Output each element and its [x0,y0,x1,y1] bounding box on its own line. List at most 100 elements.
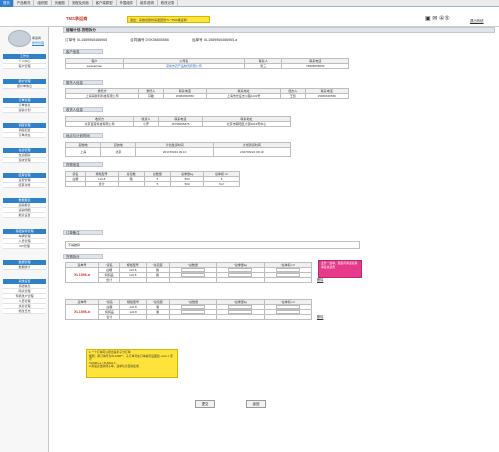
order-number: 订单号 XL1589965486965 [65,38,108,42]
sidebar-item[interactable]: KPI管理 [3,244,46,249]
sidebar-group: 数据报表 运输报表 运输明细 报表设置 [3,198,46,218]
route-table: 起始地 目的地 计划发货时间 计划到货时间 上海 北京 2017/09/24 09:10 20… [64,142,292,157]
table-cell: 500 [170,181,205,187]
nav-tab[interactable]: 产品概况 [14,0,35,7]
nav-tab[interactable]: 首页 [0,0,14,7]
table-cell: 张三 [244,63,283,69]
sidebar-group: 结算管理 运费管理 结算对账 [3,173,46,188]
id-line: 订单号 XL1589965486965 合同编号 DSK56655566 运单号… [65,38,259,43]
table-cell: 15966666656 [162,93,208,99]
table-cell: 小罗 [133,121,159,127]
sidebar-item[interactable]: 报表设置 [3,213,46,218]
table-cell [263,277,313,284]
value-input[interactable] [181,310,206,314]
required-mark: * [187,300,190,304]
table-cell [168,277,218,284]
value-input[interactable] [180,268,205,272]
goods-section-title: 货物信息 [63,162,103,167]
table-cell: 15966636566 [304,93,350,99]
sidebar-item[interactable]: 订单状态 [3,133,46,138]
table-cell: 王凯 [280,93,306,99]
transport-number: 运单号 XL1589965486965-a [191,38,238,42]
remark-input[interactable]: 不得破碎 [65,241,360,249]
header: TMS承运商 退出：系统切换时请退回到"5 / TMS承运商" ▣ ✉ ④⑤ 退… [0,7,499,27]
split-order-number: XL1596-b [74,310,91,315]
sidebar-group: 在途管理 在途跟踪 签收管理 [3,148,46,163]
receiver-section-title: 收货人信息 [63,107,103,112]
table-row: 合计 5 500 6m³ [65,181,240,187]
table-cell: 合计 [98,277,121,284]
required-mark: * [233,300,235,304]
account-link[interactable]: 账号管理 [32,41,44,45]
sidebar-item[interactable]: 数据统计 [3,265,46,270]
table-cell: 深圳市农产品物流有限公司 [122,63,246,69]
value-input[interactable] [228,268,253,272]
nav-tab[interactable]: 外围组件 [117,0,138,7]
table-cell: 5 [143,181,172,187]
nav-tab[interactable]: 组件说明 [137,0,158,7]
sidebar-item[interactable]: 报价单信息 [3,84,46,89]
split-order-number: XL1596-a [74,273,90,278]
sidebar-group: 工作台 个人中心 客户管理 [3,54,46,69]
back-button[interactable]: 返回 [246,400,266,408]
value-input[interactable] [180,273,205,277]
required-mark: * [187,263,189,267]
nav-tab[interactable]: 客户端原型 [93,0,117,7]
value-input[interactable] [228,305,253,309]
required-mark: * [280,263,282,267]
sidebar-item[interactable]: 客户管理 [3,64,46,69]
split-section-title: 货物拆分 [63,254,103,259]
table-cell: 上海海象利科技有限公司 [64,93,140,99]
header-icons[interactable]: ▣ ✉ ④⑤ [425,16,450,23]
value-input[interactable] [181,305,206,309]
nav-tab[interactable]: 流程及页面 [69,0,93,7]
required-mark: * [152,263,154,267]
table-cell: 上海 [64,147,102,157]
value-input[interactable] [275,273,300,277]
table-total-row: 合计 [66,277,313,284]
required-mark: * [233,263,235,267]
table-cell [119,277,147,284]
sidebar-group: 系统设置 基础信息 网点管理 司机账户管理 人员管理 消息管理 修改日志 [3,279,46,314]
nav-tab[interactable]: 修改记录 [158,0,179,7]
sidebar-item[interactable]: 签收管理 [3,158,46,163]
customer-section-title: 客户信息 [63,49,103,54]
value-input[interactable] [228,310,253,314]
consignor-section-title: 委托人信息 [63,80,103,85]
value-input[interactable] [275,310,300,314]
table-cell: 2017/09/24 09:10 [135,147,214,157]
table-cell: 6m³ [203,181,240,187]
nav-tab[interactable]: 组织图 [34,0,52,7]
logout-link[interactable]: 退出系统 [470,18,484,23]
table-cell [263,314,313,321]
delete-order-b-link[interactable]: 删除 [317,314,323,319]
top-nav: 首页 产品概况 组织图 页面图 流程及页面 客户端原型 外围组件 组件说明 修改记录 [0,0,499,7]
sidebar-item[interactable]: 结算对账 [3,183,46,188]
avatar [8,30,31,47]
consignor-table: 委托方 委托人 联系电话 联系地址 经办人 联系电话 上海海象利科技有限公司 闫敏 159666… [64,88,350,99]
contract-number: 合同编号 DSK56655566 [130,38,169,42]
remark-section-title: 订单备注 [63,230,103,235]
value-input[interactable] [228,273,253,277]
value-input[interactable] [275,305,300,309]
required-mark: * [105,300,107,304]
sidebar-group: 订单管理 订单信息 运输计划 [3,98,46,113]
table-cell: 2017/09/24 09:10 [212,147,292,157]
sidebar-item[interactable]: 运输计划 [3,108,46,113]
required-mark: * [280,300,282,304]
sidebar-item[interactable]: 修改日志 [3,309,46,314]
table-cell: sanleaohan [65,63,124,69]
table-cell [117,181,145,187]
sidebar-group: 数据管理 数据统计 [3,260,46,270]
sidebar-group: 基础资料管理 车辆管理 人员管理 KPI管理 [3,229,46,249]
table-cell [168,314,218,321]
value-input[interactable] [275,268,300,272]
receiver-table: 收货方 收货人 联系电话 联系地址 北京百度科技有限公司 小罗 15756665875 北京市… [64,116,292,127]
table-cell: 15756665875 [157,121,203,127]
table-cell [216,314,265,321]
table-cell [145,314,170,321]
submit-button[interactable]: 提交 [195,400,215,408]
required-mark: * [105,263,107,267]
nav-tab[interactable]: 页面图 [52,0,69,7]
table-cell: 北京市朝阳区大铜1019号中心 [201,121,292,127]
